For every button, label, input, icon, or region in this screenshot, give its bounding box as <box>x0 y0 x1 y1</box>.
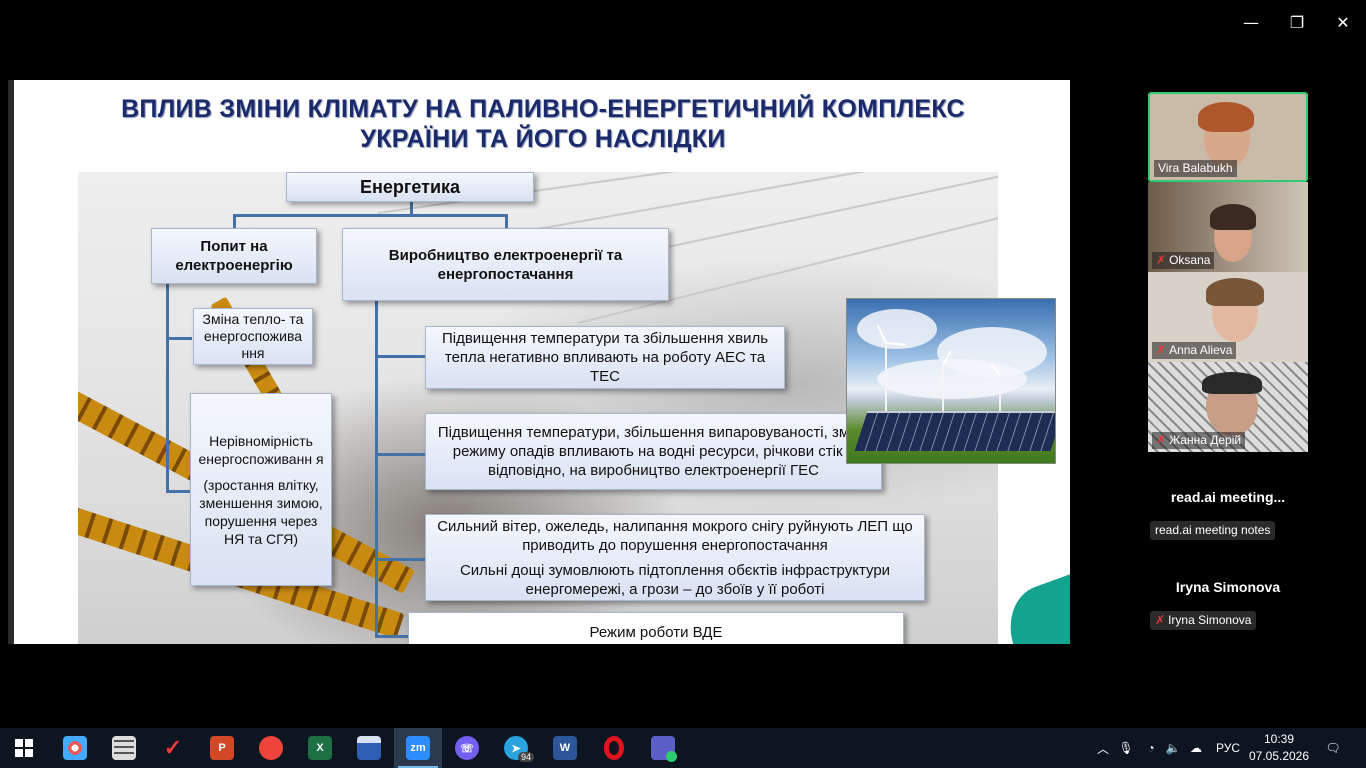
participant-chip-iryna[interactable]: ✗ Iryna Simonova <box>1150 611 1257 630</box>
participant-name-iryna: Iryna Simonova <box>1175 579 1281 595</box>
participant-tile-2[interactable]: ✗ Oksana <box>1148 182 1308 272</box>
left-heading-box: Попит на електроенергію <box>151 228 317 284</box>
taskbar-anydesk[interactable] <box>247 728 295 768</box>
participant-label: ✗ Жанна Дерій <box>1152 432 1246 449</box>
cloud-icon: ☁ <box>1190 741 1202 755</box>
taskbar-save[interactable] <box>345 728 393 768</box>
slide-title-line1: ВПЛИВ ЗМІНИ КЛІМАТУ НА ПАЛИВНО-ЕНЕРГЕТИЧ… <box>121 95 965 123</box>
notification-icon: 🗨 <box>1325 741 1341 755</box>
tray-onedrive[interactable]: ☁ <box>1186 728 1206 768</box>
telegram-badge: 94 <box>518 752 535 762</box>
word-icon: W <box>553 736 577 760</box>
left-item1-box: Зміна тепло- та енергоспожива ння <box>193 308 313 365</box>
save-icon <box>357 736 381 760</box>
tray-clock[interactable]: 10:39 07.05.2026 <box>1246 731 1312 765</box>
right-item2-box: Підвищення температури, збільшення випар… <box>425 413 882 490</box>
tray-language[interactable]: РУС <box>1212 728 1244 768</box>
right-item1-box: Підвищення температури та збільшення хви… <box>425 326 785 389</box>
viber-icon: ☏ <box>455 736 479 760</box>
close-button[interactable]: ✕ <box>1320 8 1366 36</box>
taskbar-word[interactable]: W <box>541 728 589 768</box>
opera-icon <box>604 736 624 760</box>
restore-button[interactable]: ❐ <box>1274 8 1320 36</box>
participant-label: ✗ Anna Alieva <box>1152 342 1237 359</box>
slide-decoration <box>997 573 1070 644</box>
participant-label: ✗ Oksana <box>1152 252 1215 269</box>
taskbar-vivaldi[interactable]: ✓ <box>149 728 197 768</box>
participant-tile-3[interactable]: ✗ Anna Alieva <box>1148 272 1308 362</box>
taskbar-calculator[interactable] <box>100 728 148 768</box>
tray-network[interactable]: ◔ <box>1141 728 1161 768</box>
right-item4-box: Режим роботи ВДЕ <box>408 612 904 644</box>
mic-muted-icon: ✗ <box>1156 433 1167 447</box>
anydesk-icon <box>259 736 283 760</box>
slide-left-border <box>8 80 14 644</box>
slide-title: ВПЛИВ ЗМІНИ КЛІМАТУ НА ПАЛИВНО-ЕНЕРГЕТИЧ… <box>38 94 1048 154</box>
paint-icon <box>63 736 87 760</box>
participant-tile-4[interactable]: ✗ Жанна Дерій <box>1148 362 1308 452</box>
taskbar-paint[interactable] <box>51 728 99 768</box>
taskbar-viber[interactable]: ☏ <box>443 728 491 768</box>
participant-label: Vira Balabukh <box>1154 160 1237 177</box>
taskbar-opera[interactable] <box>590 728 638 768</box>
speaker-icon: 🔈 <box>1165 741 1181 755</box>
left-item2-box: Нерівномірність енергоспоживанн я (зрост… <box>190 393 332 586</box>
participant-chip-readai[interactable]: read.ai meeting notes <box>1150 521 1276 540</box>
vivaldi-icon: ✓ <box>163 735 183 760</box>
tray-volume[interactable]: 🔈 <box>1163 728 1183 768</box>
minimize-button[interactable]: — <box>1228 8 1274 36</box>
tray-overflow-button[interactable]: ︿ <box>1094 728 1112 768</box>
taskbar-powerpoint[interactable]: P <box>198 728 246 768</box>
taskbar-telegram[interactable]: ➤ 94 <box>492 728 540 768</box>
renewable-energy-photo <box>846 298 1056 464</box>
mic-muted-icon: ✗ <box>1155 613 1166 627</box>
shared-slide: ВПЛИВ ЗМІНИ КЛІМАТУ НА ПАЛИВНО-ЕНЕРГЕТИЧ… <box>8 80 1070 644</box>
chevron-up-icon: ︿ <box>1096 741 1109 756</box>
right-item3-box: Сильний вітер, ожеледь, налипання мокрог… <box>425 514 925 601</box>
zoom-icon: zm <box>406 736 430 760</box>
taskbar: ✓ P X zm ☏ ➤ 94 W ︿ 🎙 ◔ 🔈 ☁ РУС 10:39 07… <box>0 728 1366 768</box>
mic-muted-icon: ✗ <box>1156 253 1167 267</box>
status-ok-icon <box>666 751 677 762</box>
root-box-energetics: Енергетика <box>286 172 534 202</box>
start-button[interactable] <box>0 728 48 768</box>
participant-tile-1[interactable]: Vira Balabukh <box>1148 92 1308 182</box>
taskbar-zoom[interactable]: zm <box>394 728 442 768</box>
taskbar-excel[interactable]: X <box>296 728 344 768</box>
notification-center-button[interactable]: 🗨 <box>1318 728 1348 768</box>
calculator-icon <box>112 736 136 760</box>
tray-microphone[interactable]: 🎙 <box>1117 728 1135 768</box>
excel-icon: X <box>308 736 332 760</box>
wifi-icon: ◔ <box>1147 741 1155 755</box>
mic-muted-icon: ✗ <box>1156 343 1167 357</box>
powerpoint-icon: P <box>210 736 234 760</box>
microphone-icon: 🎙 <box>1118 741 1134 755</box>
slide-title-line2: УКРАЇНИ ТА ЙОГО НАСЛІДКИ <box>360 125 726 153</box>
participant-name-readai: read.ai meeting... <box>1170 489 1286 505</box>
windows-icon <box>15 739 33 757</box>
taskbar-teams[interactable] <box>639 728 687 768</box>
right-heading-box: Виробництво електроенергії та енергопост… <box>342 228 669 301</box>
